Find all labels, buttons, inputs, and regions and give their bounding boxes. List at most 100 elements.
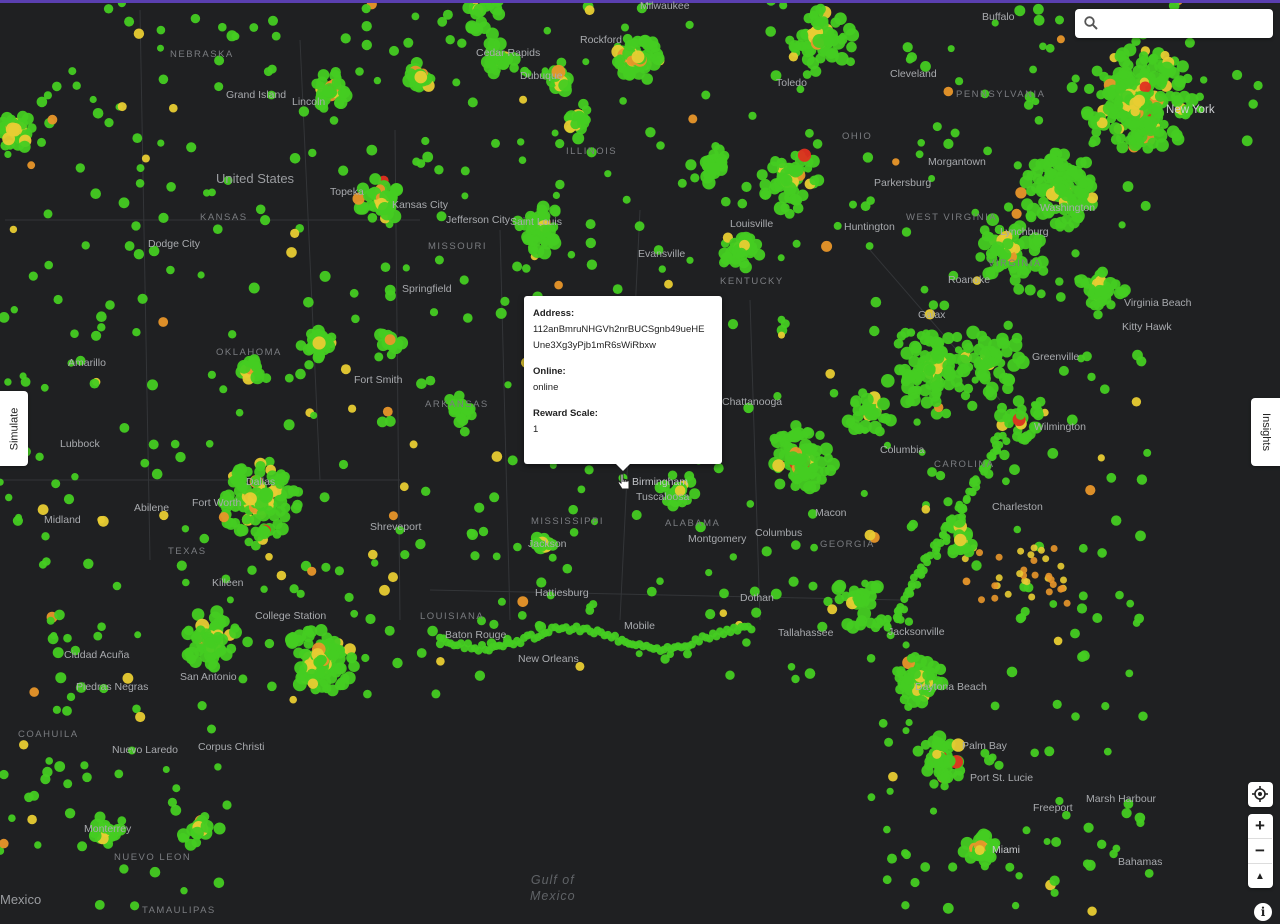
city-label: Charleston bbox=[992, 501, 1043, 513]
zoom-out-button[interactable]: − bbox=[1248, 839, 1272, 864]
city-label: Lubbock bbox=[60, 438, 100, 450]
city-label: Chattanooga bbox=[722, 396, 783, 408]
state-label: GEORGIA bbox=[820, 539, 875, 550]
city-label: Lynchburg bbox=[1000, 226, 1049, 238]
state-label: LOUISIANA bbox=[420, 611, 485, 622]
city-label: Galax bbox=[918, 309, 946, 321]
address-value-line2: Une3Xg3yPjb1mR6sWiRbxw bbox=[533, 340, 657, 351]
city-label: Montgomery bbox=[688, 533, 747, 545]
hotspot-popup: Address: 112anBmruNHGVh2nrBUCSgnb49ueHE … bbox=[524, 296, 722, 471]
insights-tab-label: Insights bbox=[1259, 413, 1272, 451]
compass-button[interactable]: ▲ bbox=[1248, 864, 1272, 888]
simulate-tab[interactable]: Simulate bbox=[0, 391, 28, 466]
city-label: Parkersburg bbox=[874, 177, 932, 189]
crosshair-icon bbox=[1252, 786, 1268, 802]
city-label: Daytona Beach bbox=[915, 681, 987, 693]
state-label: KANSAS bbox=[200, 212, 248, 223]
city-label: Kansas City bbox=[392, 199, 449, 211]
address-value-line1: 112anBmruNHGVh2nrBUCSgnb49ueHE bbox=[533, 324, 705, 335]
online-value: online bbox=[533, 382, 559, 393]
water-label: Gulf of Mexico bbox=[530, 872, 576, 904]
state-label: MISSISSIPPI bbox=[531, 516, 604, 527]
city-label: Macon bbox=[815, 507, 847, 519]
city-label: Evansville bbox=[638, 248, 686, 260]
geolocate-button[interactable] bbox=[1248, 782, 1272, 806]
city-label: Morgantown bbox=[928, 156, 986, 168]
city-label: Jackson bbox=[528, 538, 567, 550]
info-icon: i bbox=[1260, 905, 1266, 919]
state-label: OHIO bbox=[842, 131, 873, 142]
city-label: Virginia Beach bbox=[1124, 297, 1192, 309]
city-label: Cleveland bbox=[890, 68, 937, 80]
city-label: Fort Smith bbox=[354, 374, 403, 386]
city-label: Dothan bbox=[740, 592, 774, 604]
city-label: Midland bbox=[44, 514, 81, 526]
city-label: Topeka bbox=[330, 186, 364, 198]
city-label: Mobile bbox=[624, 620, 655, 632]
insights-tab[interactable]: Insights bbox=[1251, 398, 1280, 466]
city-label: Roanoke bbox=[948, 274, 991, 286]
city-label: Springfield bbox=[402, 283, 452, 295]
state-label: COAHUILA bbox=[18, 729, 79, 740]
city-label: Dubuque bbox=[520, 70, 563, 82]
city-label: Wilmington bbox=[1034, 421, 1086, 433]
search-input[interactable] bbox=[1105, 13, 1269, 36]
country-label: Mexico bbox=[0, 892, 42, 907]
city-label: Rockford bbox=[580, 34, 623, 46]
city-label: Louisville bbox=[730, 218, 774, 230]
city-label: Ciudad Acuña bbox=[64, 649, 130, 661]
city-label: Port St. Lucie bbox=[970, 772, 1034, 784]
city-label: Cedar Rapids bbox=[476, 47, 541, 59]
city-label: College Station bbox=[255, 610, 327, 622]
city-label: Huntington bbox=[844, 221, 895, 233]
address-label: Address: bbox=[533, 308, 575, 319]
city-label: Columbus bbox=[755, 527, 803, 539]
city-label: Buffalo bbox=[982, 11, 1015, 23]
city-label: Grand Island bbox=[226, 89, 287, 101]
search-box[interactable] bbox=[1075, 9, 1273, 38]
state-label: ILLINOIS bbox=[566, 146, 618, 157]
state-label: KENTUCKY bbox=[720, 276, 784, 287]
city-label: Baton Rouge bbox=[445, 629, 507, 641]
city-label: Shreveport bbox=[370, 521, 422, 533]
city-label: Kitty Hawk bbox=[1122, 321, 1172, 333]
zoom-in-button[interactable]: + bbox=[1248, 814, 1272, 839]
country-label: United States bbox=[216, 171, 295, 186]
city-label: Jacksonville bbox=[888, 626, 945, 638]
city-label: Bahamas bbox=[1118, 856, 1163, 868]
city-label: Fort Worth bbox=[192, 497, 242, 509]
geolocate-control[interactable] bbox=[1248, 782, 1273, 807]
popup-pointer bbox=[616, 464, 630, 471]
state-label: PENNSYLVANIA bbox=[956, 89, 1046, 100]
city-label: Monterrey bbox=[84, 823, 132, 835]
search-icon bbox=[1084, 16, 1098, 30]
reward-scale-value: 1 bbox=[533, 424, 539, 435]
city-label: Miami bbox=[992, 844, 1020, 856]
city-label: Tuscaloosa bbox=[636, 491, 690, 503]
city-label: Amarillo bbox=[68, 357, 106, 369]
info-button[interactable]: i bbox=[1254, 903, 1272, 921]
hand-cursor-icon bbox=[617, 473, 630, 490]
online-label: Online: bbox=[533, 366, 566, 377]
city-label: Columbia bbox=[880, 444, 925, 456]
city-label: Freeport bbox=[1033, 802, 1073, 814]
city-label: Corpus Christi bbox=[198, 741, 265, 753]
city-label: Birmingham bbox=[632, 476, 689, 488]
state-label: TAMAULIPAS bbox=[142, 905, 216, 916]
state-label: VIRGINIA bbox=[988, 258, 1042, 269]
city-label: New York bbox=[1166, 104, 1215, 116]
state-label: TEXAS bbox=[168, 546, 207, 557]
city-label: Hattiesburg bbox=[535, 587, 589, 599]
city-label: Saint Louis bbox=[510, 216, 562, 228]
city-label: Toledo bbox=[776, 77, 807, 89]
city-label: Palm Bay bbox=[962, 740, 1007, 752]
city-label: San Antonio bbox=[180, 671, 237, 683]
state-label: CAROLINA bbox=[934, 459, 995, 470]
city-label: Tallahassee bbox=[778, 627, 834, 639]
city-label: Dodge City bbox=[148, 238, 200, 250]
reward-scale-label: Reward Scale: bbox=[533, 408, 598, 419]
state-label: OKLAHOMA bbox=[216, 347, 282, 358]
city-label: New Orleans bbox=[518, 653, 579, 665]
city-label: Milwaukee bbox=[640, 0, 690, 12]
city-label: Marsh Harbour bbox=[1086, 793, 1157, 805]
